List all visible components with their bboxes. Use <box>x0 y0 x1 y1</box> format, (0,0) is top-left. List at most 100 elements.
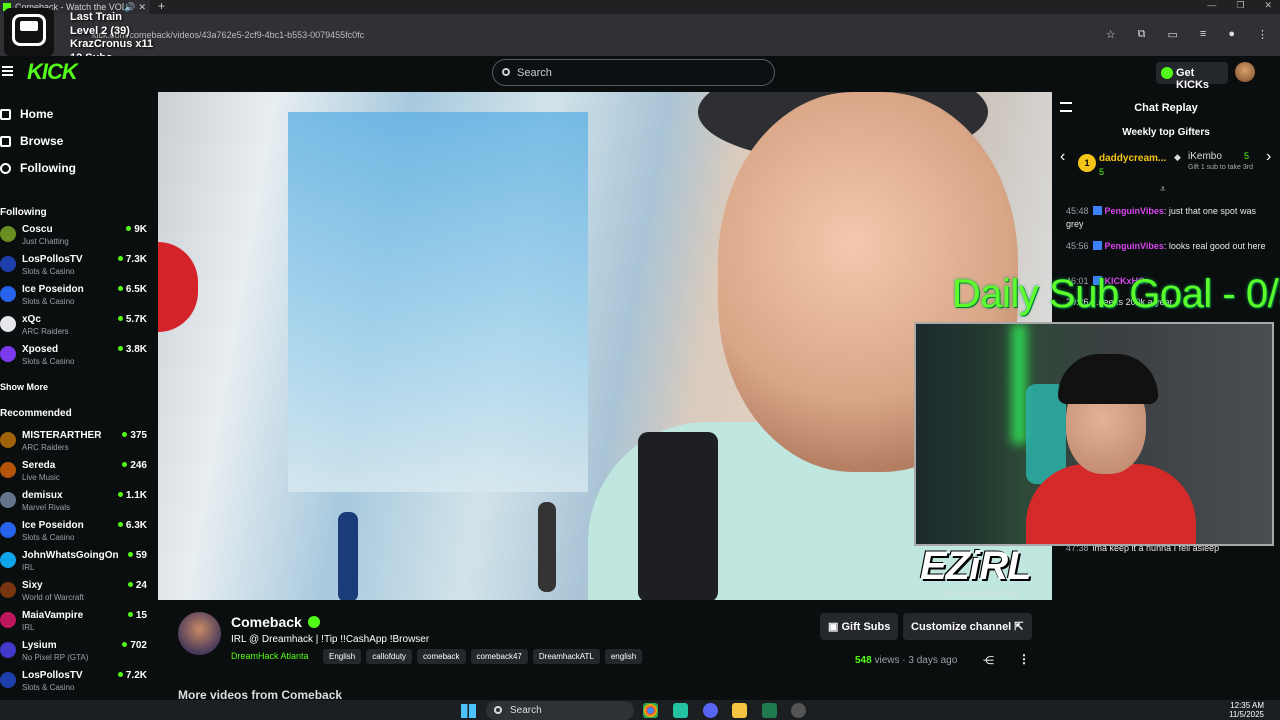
channel-avatar <box>0 256 16 272</box>
channel-category: IRL <box>22 623 35 632</box>
live-dot-icon <box>122 462 128 467</box>
window-controls: — ❐ ✕ <box>1207 0 1272 11</box>
menu-icon[interactable] <box>2 66 13 76</box>
tab-search-icon[interactable]: ▭ <box>1168 28 1178 41</box>
top-gifter-2[interactable]: ◆ iKembo 5 Gift 1 sub to take 3rd <box>1174 150 1266 182</box>
sidebar-channel-item[interactable]: demisux Marvel Rivals 1.1K <box>0 488 152 516</box>
sidebar-channel-item[interactable]: Coscu Just Chatting 9K <box>0 222 152 250</box>
browser-menu-icon[interactable]: ⋮ <box>1257 28 1268 41</box>
user-avatar[interactable] <box>1235 62 1255 82</box>
get-kicks-button[interactable]: Get KICKs <box>1156 62 1228 91</box>
video-window-scene <box>288 112 588 492</box>
gifter-count: 5 <box>1244 151 1250 161</box>
get-kicks-label: Get KICKs <box>1176 67 1210 91</box>
search-placeholder: Search <box>517 67 552 79</box>
file-explorer-icon[interactable] <box>732 703 747 718</box>
sidebar-channel-item[interactable]: Sereda Live Music 246 <box>0 458 152 486</box>
channel-avatar <box>0 226 16 242</box>
discord-icon[interactable] <box>703 703 718 718</box>
viewer-count: 6.5K <box>117 284 147 295</box>
top-gifter-1[interactable]: 1 daddycream... 5 <box>1078 152 1178 182</box>
chat-username[interactable]: PenguinVibes <box>1105 241 1164 251</box>
clock[interactable]: 12:35 AM 11/5/2025 <box>1229 701 1264 719</box>
show-more-link[interactable]: Show More <box>0 382 48 392</box>
media-icon[interactable]: ≡ <box>1200 28 1206 41</box>
channel-avatar <box>0 612 16 628</box>
bookmark-star-icon[interactable]: ☆ <box>1106 28 1116 41</box>
channel-name[interactable]: Comeback <box>231 614 320 630</box>
live-dot-icon <box>117 522 123 527</box>
sidebar-channel-item[interactable]: xQc ARC Raiders 5.7K <box>0 312 152 340</box>
viewer-count: 7.2K <box>117 670 147 681</box>
app-icon[interactable] <box>673 703 688 718</box>
tag[interactable]: callofduty <box>366 649 413 664</box>
channel-name: demisux <box>22 490 63 501</box>
tag[interactable]: comeback <box>417 649 466 664</box>
viewer-count: 702 <box>122 640 147 651</box>
sidebar-channel-item[interactable]: Ice Poseidon Slots & Casino 6.3K <box>0 518 152 546</box>
sidebar-channel-item[interactable]: Xposed Slots & Casino 3.8K <box>0 342 152 370</box>
live-dot-icon <box>127 552 133 557</box>
channel-avatar <box>0 432 16 448</box>
channel-category: World of Warcraft <box>22 593 84 602</box>
channel-avatar <box>0 286 16 302</box>
profile-icon[interactable]: ● <box>1228 28 1235 41</box>
tag[interactable]: english <box>604 649 643 664</box>
url-field[interactable]: kick.com/comeback/videos/43a762e5-2cf9-4… <box>78 20 1128 50</box>
channel-category: ARC Raiders <box>22 327 69 336</box>
customize-channel-button[interactable]: Customize channel ⇱ <box>903 613 1032 640</box>
sidebar-channel-item[interactable]: Lysium No Pixel RP (GTA) 702 <box>0 638 152 666</box>
gifter-hint: Gift 1 sub to take 3rd <box>1188 164 1253 171</box>
sidebar-channel-item[interactable]: MaiaVampire IRL 15 <box>0 608 152 636</box>
overlay-line-3: KrazCronus x11 <box>70 38 154 50</box>
category-link[interactable]: DreamHack Atlanta <box>231 651 309 661</box>
sidebar-item-home[interactable]: Home <box>0 104 53 124</box>
settings-icon[interactable] <box>791 703 806 718</box>
channel-name: Ice Poseidon <box>22 284 84 295</box>
channel-avatar <box>0 492 16 508</box>
channel-avatar <box>0 552 16 568</box>
expand-icon[interactable]: ⩡ <box>1160 184 1166 195</box>
sidebar-channel-item[interactable]: LosPollosTV Slots & Casino 7.3K <box>0 252 152 280</box>
sidebar-channel-item[interactable]: LosPollosTV Slots & Casino 7.2K <box>0 668 152 696</box>
channel-avatar <box>0 346 16 362</box>
sidebar-channel-item[interactable]: JohnWhatsGoingOn IRL 59 <box>0 548 152 576</box>
taskbar-search[interactable]: Search <box>486 701 634 720</box>
chrome-icon[interactable] <box>643 703 658 718</box>
sidebar-item-browse[interactable]: Browse <box>0 131 63 151</box>
channel-name: xQc <box>22 314 41 325</box>
tag[interactable]: DreamhackATL <box>532 649 600 664</box>
live-dot-icon <box>122 642 128 647</box>
tag[interactable]: comeback47 <box>470 649 528 664</box>
close-window-icon[interactable]: ✕ <box>1264 0 1272 11</box>
live-dot-icon <box>117 492 123 497</box>
sidebar-item-following[interactable]: Following <box>0 158 76 178</box>
chevron-left-icon[interactable]: ‹ <box>1060 148 1065 166</box>
minimize-icon[interactable]: — <box>1207 0 1216 11</box>
more-options-icon[interactable]: ⋮ <box>1018 652 1030 666</box>
share-icon[interactable]: ⋲ <box>983 654 994 667</box>
tag[interactable]: English <box>323 649 362 664</box>
channel-avatar[interactable] <box>178 612 221 655</box>
channel-name: Xposed <box>22 344 59 355</box>
home-icon <box>0 108 11 120</box>
search-input[interactable]: Search <box>492 59 775 86</box>
sidebar-channel-item[interactable]: Sixy World of Warcraft 24 <box>0 578 152 606</box>
kick-logo[interactable]: KICK <box>27 59 78 85</box>
windows-start-icon[interactable] <box>461 704 476 718</box>
extensions-icon[interactable]: ⧉ <box>1138 28 1146 41</box>
channel-avatar <box>0 522 16 538</box>
channel-name: Coscu <box>22 224 53 235</box>
chat-username[interactable]: PenguinVibes <box>1105 206 1164 216</box>
chevron-right-icon[interactable]: › <box>1266 148 1271 166</box>
maximize-icon[interactable]: ❐ <box>1236 0 1244 11</box>
live-dot-icon <box>117 316 123 321</box>
gift-subs-button[interactable]: ▣ Gift Subs <box>820 613 899 640</box>
excel-icon[interactable] <box>762 703 777 718</box>
viewer-count: 9K <box>126 224 147 235</box>
view-count: 548 views · 3 days ago <box>855 655 958 666</box>
sidebar-channel-item[interactable]: MISTERARTHER ARC Raiders 375 <box>0 428 152 456</box>
new-tab-button[interactable]: + <box>158 0 165 13</box>
stream-title: IRL @ Dreamhack | !Tip !!CashApp !Browse… <box>231 634 430 645</box>
sidebar-channel-item[interactable]: Ice Poseidon Slots & Casino 6.5K <box>0 282 152 310</box>
